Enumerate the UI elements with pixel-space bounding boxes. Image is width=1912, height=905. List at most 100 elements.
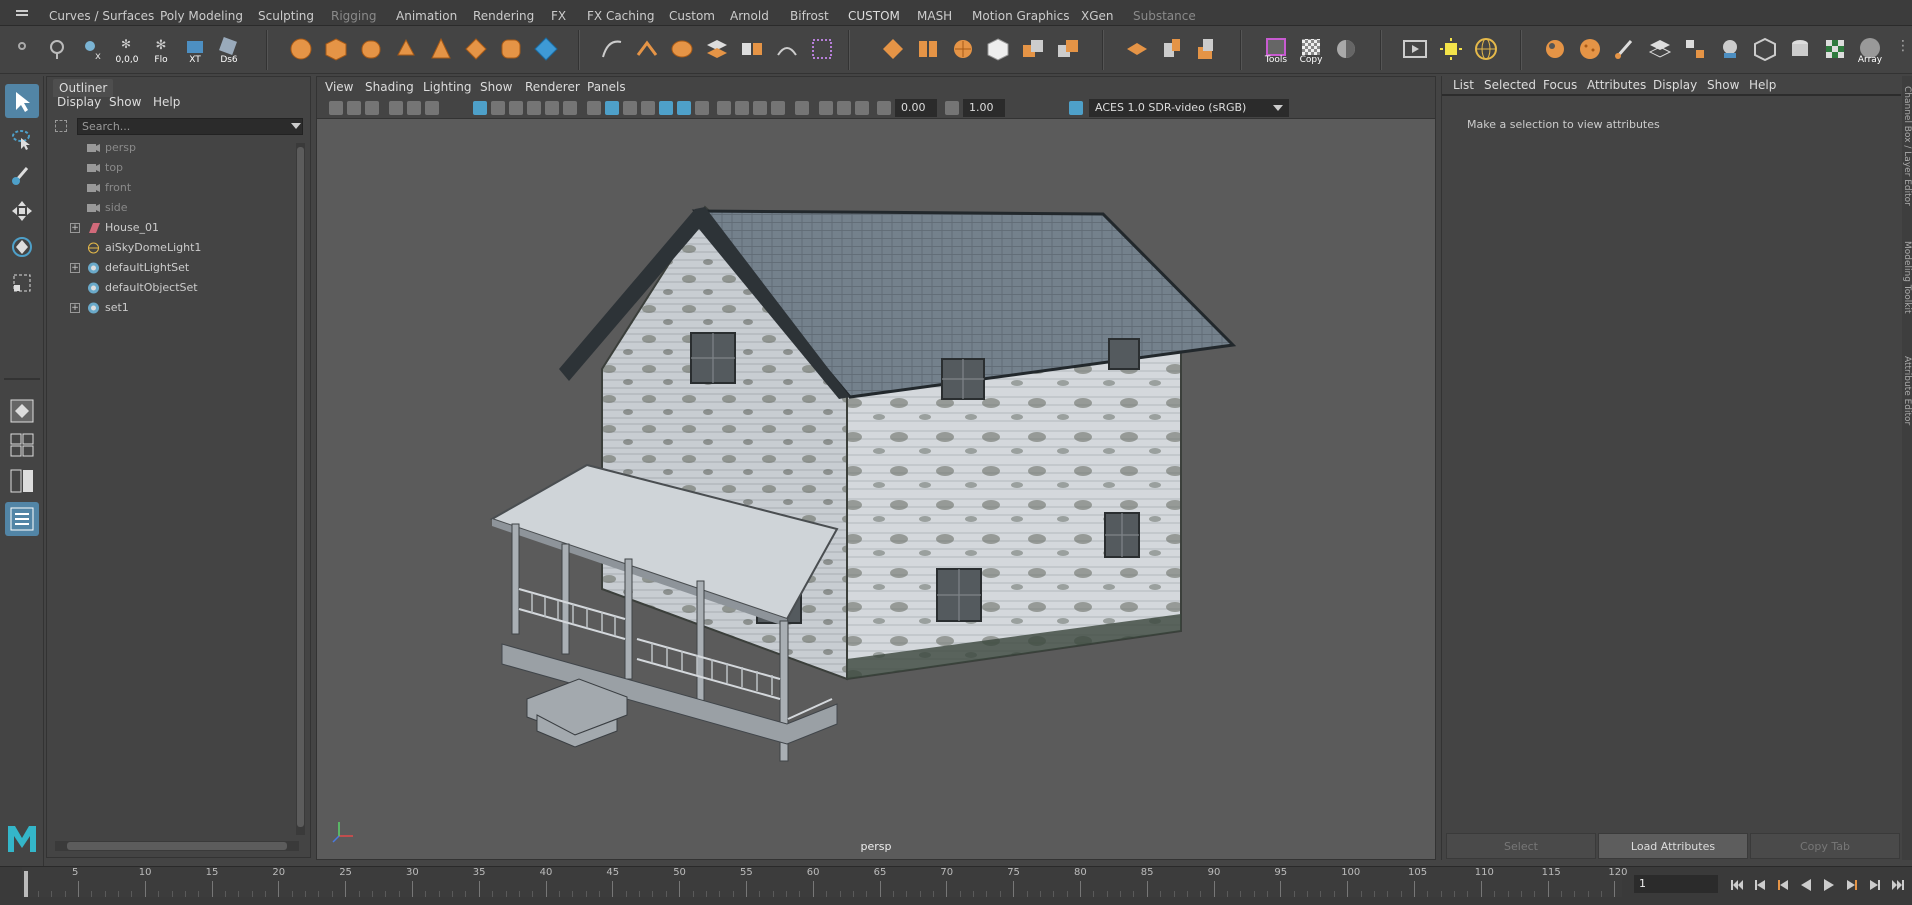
scale-tool-icon[interactable] bbox=[5, 266, 39, 300]
vp-menu-renderer[interactable]: Renderer bbox=[525, 80, 580, 94]
tab-substance[interactable]: Substance bbox=[1133, 9, 1196, 23]
tab-bifrost[interactable]: Bifrost bbox=[790, 9, 829, 23]
side-tab-modeling-toolkit[interactable]: Modeling Toolkit bbox=[1902, 241, 1912, 341]
outliner-menu-help[interactable]: Help bbox=[153, 95, 180, 109]
lasso-tool-icon[interactable] bbox=[5, 122, 39, 156]
textured-icon[interactable] bbox=[659, 101, 673, 115]
poly-diamond-icon[interactable] bbox=[531, 34, 561, 64]
cylinder-stack-icon[interactable] bbox=[1785, 34, 1815, 64]
gamma-icon[interactable] bbox=[945, 101, 959, 115]
ae-menu-show[interactable]: Show bbox=[1707, 78, 1739, 92]
outliner-item-top[interactable]: top bbox=[47, 159, 287, 177]
safe-action-icon[interactable] bbox=[563, 101, 577, 115]
grid-icon[interactable] bbox=[473, 101, 487, 115]
drop-icon[interactable] bbox=[1157, 34, 1187, 64]
poly-sphere-icon[interactable] bbox=[286, 34, 316, 64]
outliner-item-set1[interactable]: + set1 bbox=[47, 299, 287, 317]
time-ruler[interactable]: 5 10 15 20 25 30 35 40 45 50 55 60 65 70 75 80 85 90 95 100… bbox=[22, 867, 1627, 897]
layer-stack-icon[interactable] bbox=[1645, 34, 1675, 64]
ae-copy-tab-button[interactable]: Copy Tab bbox=[1750, 833, 1900, 859]
play-backward-icon[interactable] bbox=[1799, 878, 1813, 892]
outliner-item-front[interactable]: front bbox=[47, 179, 287, 197]
shader-icon[interactable] bbox=[1540, 34, 1570, 64]
bend-icon[interactable] bbox=[632, 34, 662, 64]
xray-components-icon[interactable] bbox=[855, 101, 869, 115]
extrude-icon[interactable] bbox=[878, 34, 908, 64]
filter-icon[interactable] bbox=[55, 120, 67, 132]
color-space-select[interactable]: ACES 1.0 SDR-video (sRGB) bbox=[1089, 99, 1289, 117]
tab-animation[interactable]: Animation bbox=[396, 9, 457, 23]
poly-cylinder-icon[interactable] bbox=[356, 34, 386, 64]
stack-icon[interactable] bbox=[1192, 34, 1222, 64]
move-tool-icon[interactable] bbox=[5, 194, 39, 228]
ae-load-attributes-button[interactable]: Load Attributes bbox=[1598, 833, 1748, 859]
separate-icon[interactable] bbox=[702, 34, 732, 64]
outliner-search-input[interactable]: Search... bbox=[77, 118, 303, 135]
checker-icon[interactable] bbox=[1820, 34, 1850, 64]
expand-icon[interactable]: + bbox=[70, 303, 80, 313]
tab-poly-modeling[interactable]: Poly Modeling bbox=[160, 9, 243, 23]
boolean-diff-icon[interactable] bbox=[1053, 34, 1083, 64]
tab-custom-active[interactable]: CUSTOM bbox=[848, 9, 900, 23]
tab-arnold[interactable]: Arnold bbox=[730, 9, 769, 23]
expand-icon[interactable]: + bbox=[70, 223, 80, 233]
tools-icon[interactable]: Tools bbox=[1261, 34, 1291, 65]
poly-cube-icon[interactable] bbox=[321, 34, 351, 64]
step-forward-key-icon[interactable] bbox=[1868, 878, 1882, 892]
bookmark-icon[interactable] bbox=[365, 101, 379, 115]
outliner-item-default-object-set[interactable]: defaultObjectSet bbox=[47, 279, 287, 297]
ae-select-button[interactable]: Select bbox=[1446, 833, 1596, 859]
shading-ball-icon[interactable] bbox=[1331, 34, 1361, 64]
outliner-menu-show[interactable]: Show bbox=[109, 95, 141, 109]
lattice-icon[interactable] bbox=[807, 34, 837, 64]
2d-pan-icon[interactable] bbox=[407, 101, 421, 115]
image-plane-icon[interactable] bbox=[389, 101, 403, 115]
current-time-marker[interactable] bbox=[24, 871, 28, 897]
mirror-icon[interactable] bbox=[737, 34, 767, 64]
go-to-end-icon[interactable] bbox=[1891, 878, 1905, 892]
wireframe-icon[interactable] bbox=[587, 101, 601, 115]
ae-menu-focus[interactable]: Focus bbox=[1543, 78, 1577, 92]
depth-of-field-icon[interactable] bbox=[771, 101, 785, 115]
cookie-icon[interactable] bbox=[1575, 34, 1605, 64]
reset-transform-icon[interactable]: ✻ 0,0,0 bbox=[112, 34, 142, 65]
shelf-scroll-icon[interactable]: ⋮ bbox=[1896, 38, 1910, 58]
exposure-icon[interactable] bbox=[877, 101, 891, 115]
step-back-key-icon[interactable] bbox=[1753, 878, 1767, 892]
curve-tool-icon[interactable] bbox=[597, 34, 627, 64]
default-material-icon[interactable] bbox=[623, 101, 637, 115]
poly-torus-icon[interactable] bbox=[391, 34, 421, 64]
gamma-field[interactable]: 1.00 bbox=[963, 99, 1005, 117]
tab-curves-surfaces[interactable]: Curves / Surfaces bbox=[49, 9, 154, 23]
poly-plane-icon[interactable] bbox=[461, 34, 491, 64]
shadows-icon[interactable] bbox=[695, 101, 709, 115]
vp-menu-lighting[interactable]: Lighting bbox=[423, 80, 472, 94]
snap-icon[interactable] bbox=[1122, 34, 1152, 64]
render-view-icon[interactable] bbox=[1400, 34, 1430, 64]
shelf-settings-icon[interactable] bbox=[18, 42, 26, 50]
paint-icon[interactable] bbox=[1610, 34, 1640, 64]
single-view-layout-icon[interactable] bbox=[5, 394, 39, 428]
step-back-frame-icon[interactable] bbox=[1776, 878, 1790, 892]
xt-icon[interactable]: XT bbox=[180, 34, 210, 65]
ae-menu-help[interactable]: Help bbox=[1749, 78, 1776, 92]
paint-select-icon[interactable] bbox=[5, 158, 39, 192]
current-frame-field[interactable]: 1 bbox=[1634, 875, 1718, 893]
use-all-lights-icon[interactable] bbox=[677, 101, 691, 115]
vp-menu-show[interactable]: Show bbox=[480, 80, 512, 94]
field-chart-icon[interactable] bbox=[545, 101, 559, 115]
outliner-vertical-scrollbar[interactable] bbox=[296, 143, 305, 835]
ae-menu-list[interactable]: List bbox=[1453, 78, 1474, 92]
outliner-item-side[interactable]: side bbox=[47, 199, 287, 217]
play-forward-icon[interactable] bbox=[1822, 878, 1836, 892]
viewport-panel[interactable]: View Shading Lighting Show Renderer Pane… bbox=[316, 76, 1436, 860]
array-icon[interactable]: Array bbox=[1855, 34, 1885, 65]
rotate-tool-icon[interactable] bbox=[5, 230, 39, 264]
expand-icon[interactable]: + bbox=[70, 263, 80, 273]
side-tab-channel-box[interactable]: Channel Box / Layer Editor bbox=[1902, 86, 1912, 216]
tab-xgen[interactable]: XGen bbox=[1081, 9, 1114, 23]
select-tool-icon[interactable] bbox=[5, 84, 39, 118]
tab-fx-caching[interactable]: FX Caching bbox=[587, 9, 654, 23]
gate-mask-icon[interactable] bbox=[527, 101, 541, 115]
side-tab-attribute-editor[interactable]: Attribute Editor bbox=[1902, 356, 1912, 456]
